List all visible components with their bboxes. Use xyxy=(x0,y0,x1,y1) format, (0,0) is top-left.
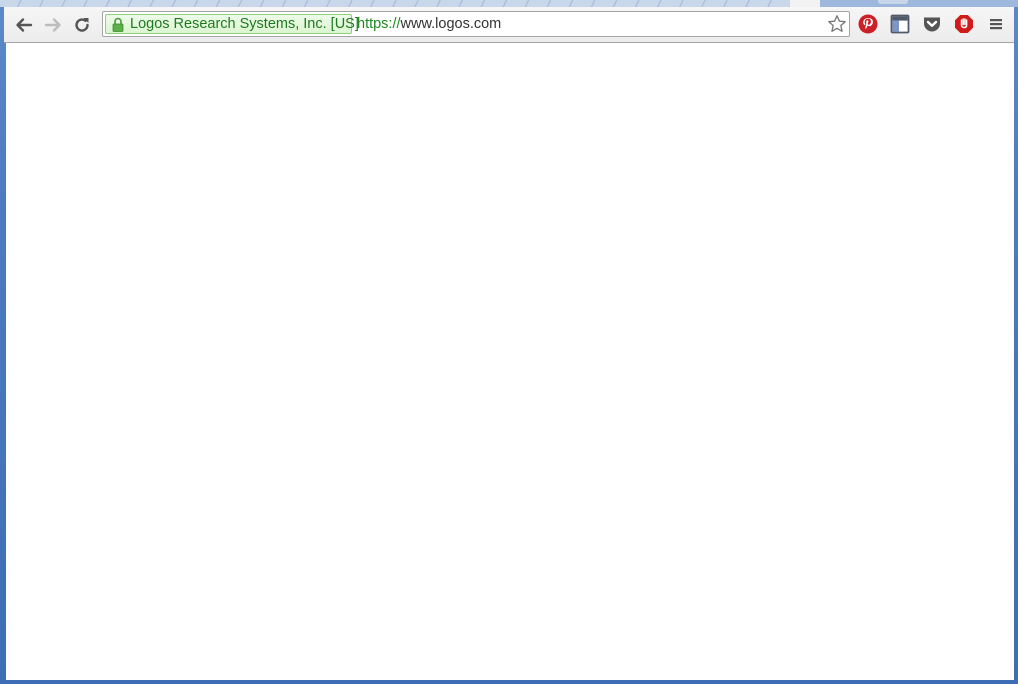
chrome-menu-button[interactable] xyxy=(985,13,1007,35)
arrow-right-icon xyxy=(44,18,61,32)
forward-button[interactable] xyxy=(40,12,66,38)
adblock-icon xyxy=(955,15,973,33)
url-scheme: https:// xyxy=(357,16,401,32)
hamburger-menu-icon xyxy=(990,19,1002,30)
tab-strip xyxy=(0,0,1018,7)
ev-certificate-badge[interactable]: Logos Research Systems, Inc. [US] xyxy=(105,14,359,34)
reload-icon xyxy=(75,18,89,32)
lock-icon xyxy=(112,16,124,32)
window-extension-button[interactable] xyxy=(889,13,911,35)
pocket-extension-button[interactable] xyxy=(921,13,943,35)
arrow-left-icon xyxy=(16,18,33,32)
tab-strip-empty xyxy=(820,0,1018,7)
address-bar[interactable]: Logos Research Systems, Inc. [US] https:… xyxy=(102,11,850,37)
url-text[interactable]: https://www.logos.com xyxy=(357,16,501,32)
pocket-icon xyxy=(924,17,940,32)
bookmark-star-button[interactable] xyxy=(827,14,847,34)
window-icon xyxy=(890,14,910,34)
browser-toolbar: Logos Research Systems, Inc. [US] https:… xyxy=(4,7,1014,43)
star-icon xyxy=(828,15,846,32)
page-content[interactable] xyxy=(6,43,1014,680)
pinterest-extension-button[interactable] xyxy=(857,13,879,35)
pinterest-icon xyxy=(858,14,878,34)
url-host: www.logos.com xyxy=(400,16,502,32)
background-tabs[interactable] xyxy=(0,0,790,7)
adblock-extension-button[interactable] xyxy=(953,13,975,35)
active-tab[interactable] xyxy=(790,0,820,7)
new-tab-button[interactable] xyxy=(878,0,908,4)
ev-organization-label: Logos Research Systems, Inc. [US] xyxy=(130,16,359,32)
reload-button[interactable] xyxy=(69,12,95,38)
back-button[interactable] xyxy=(11,12,37,38)
